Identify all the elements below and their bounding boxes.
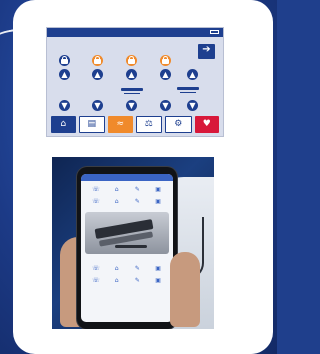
app-icon[interactable]: ⌂ xyxy=(108,264,126,273)
app-icon[interactable]: ✎ xyxy=(129,264,147,273)
app-icon[interactable]: ☏ xyxy=(87,276,105,285)
document-icon[interactable]: ▤ xyxy=(78,116,105,133)
app-icon[interactable]: ⌂ xyxy=(108,276,126,285)
bed-position-icon xyxy=(121,87,143,94)
arrow-right-icon: ➔ xyxy=(202,44,211,55)
chevron-up-button[interactable]: ▲ xyxy=(59,69,70,80)
app-icon[interactable]: ⌂ xyxy=(108,185,126,194)
chevron-down-button[interactable]: ▼ xyxy=(126,100,137,111)
chevron-down-button[interactable]: ▼ xyxy=(92,100,103,111)
chevron-up-button[interactable]: ▲ xyxy=(92,69,103,80)
tilt-up-button[interactable]: ▲ xyxy=(187,69,198,80)
app-icon[interactable]: ☏ xyxy=(87,264,105,273)
down-button-row: ▼ ▼ ▼ ▼ ▼ xyxy=(59,100,199,112)
app-icon[interactable]: ☏ xyxy=(87,197,105,206)
bed-control-panel-screen: ➔ ▲ ▲ ▲ ▲ ▲ ▼ ▼ ▼ ▼ ▼ ⌂ ▤ ≈ ⚖ ⚙ ♥ xyxy=(46,27,224,137)
app-icon[interactable]: ▣ xyxy=(149,276,167,285)
lock-icon[interactable] xyxy=(160,55,171,66)
phone-app-photo: ☏ ⌂ ✎ ▣ ☏ ⌂ ✎ ▣ ☏ ⌂ ✎ ▣ ☏ ⌂ ✎ ▣ xyxy=(52,157,214,329)
app-icon[interactable]: ▣ xyxy=(149,197,167,206)
smartphone: ☏ ⌂ ✎ ▣ ☏ ⌂ ✎ ▣ ☏ ⌂ ✎ ▣ ☏ ⌂ ✎ ▣ xyxy=(77,167,177,329)
bed-image xyxy=(85,212,169,254)
app-icon[interactable]: ✎ xyxy=(129,185,147,194)
tilt-up-button[interactable]: ▲ xyxy=(160,69,171,80)
home-icon[interactable]: ⌂ xyxy=(51,116,76,133)
app-icon[interactable]: ⌂ xyxy=(108,197,126,206)
lock-icon[interactable] xyxy=(59,55,70,66)
app-icon-grid-top: ☏ ⌂ ✎ ▣ ☏ ⌂ ✎ ▣ xyxy=(81,181,173,206)
lock-row xyxy=(59,55,199,67)
app-icon[interactable]: ✎ xyxy=(129,197,147,206)
app-icon[interactable]: ✎ xyxy=(129,276,147,285)
tilt-down-button[interactable]: ▼ xyxy=(187,100,198,111)
app-icon[interactable]: ▣ xyxy=(149,264,167,273)
exit-button[interactable]: ➔ xyxy=(198,44,215,59)
phone-screen: ☏ ⌂ ✎ ▣ ☏ ⌂ ✎ ▣ ☏ ⌂ ✎ ▣ ☏ ⌂ ✎ ▣ xyxy=(81,174,173,322)
scale-icon[interactable]: ⚖ xyxy=(135,116,162,133)
bed-mode-icon[interactable]: ≈ xyxy=(108,116,133,133)
battery-icon xyxy=(210,30,219,34)
chevron-up-button[interactable]: ▲ xyxy=(126,69,137,80)
app-icon-grid-bottom: ☏ ⌂ ✎ ▣ ☏ ⌂ ✎ ▣ xyxy=(81,260,173,285)
app-header-bar xyxy=(81,174,173,181)
bed-tilt-icon xyxy=(177,86,199,93)
up-button-row: ▲ ▲ ▲ ▲ ▲ xyxy=(59,69,199,81)
lock-icon[interactable] xyxy=(126,55,137,66)
app-icon[interactable]: ▣ xyxy=(149,185,167,194)
app-icon[interactable]: ☏ xyxy=(87,185,105,194)
panel-status-bar xyxy=(47,28,223,37)
panel-nav-bar: ⌂ ▤ ≈ ⚖ ⚙ ♥ xyxy=(51,116,219,133)
heart-icon[interactable]: ♥ xyxy=(194,116,219,133)
thumb xyxy=(170,252,200,327)
lock-icon[interactable] xyxy=(92,55,103,66)
chevron-down-button[interactable]: ▼ xyxy=(59,100,70,111)
tilt-down-button[interactable]: ▼ xyxy=(160,100,171,111)
gear-icon[interactable]: ⚙ xyxy=(165,116,192,133)
